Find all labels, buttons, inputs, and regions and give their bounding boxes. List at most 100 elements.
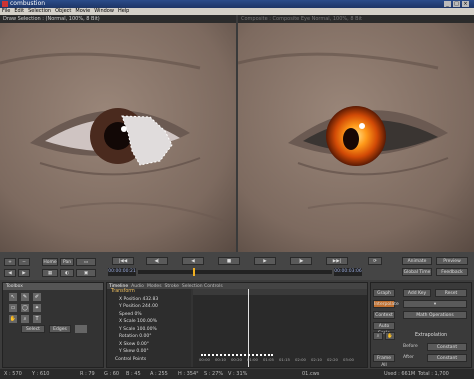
math-operations-button[interactable]: Math Operations [403, 311, 467, 319]
before-constant-select[interactable]: Constant [427, 343, 467, 351]
global-time-button[interactable]: Global Time [402, 268, 432, 276]
pan-button[interactable]: Pan [60, 258, 74, 266]
prop-y-scale[interactable]: Y Scale 100.00% [107, 326, 191, 334]
left-viewport[interactable] [0, 23, 236, 252]
menu-help[interactable]: Help [118, 8, 129, 14]
prop-y-skew[interactable]: Y Skew 0.00° [107, 348, 191, 356]
close-button[interactable]: × [462, 1, 469, 7]
fit-button[interactable]: ▭ [76, 258, 96, 266]
text-tool-icon[interactable]: T [33, 315, 41, 323]
mask-icon[interactable]: ◐ [60, 269, 74, 277]
menu-object[interactable]: Object [55, 8, 71, 14]
channel-icon[interactable]: ▣ [76, 269, 96, 277]
right-viewport[interactable] [238, 23, 474, 252]
status-v: V : 31% [228, 371, 248, 377]
before-label: Before [403, 344, 418, 349]
prop-x-position[interactable]: X Position 432.83 [107, 296, 191, 304]
menu-window[interactable]: Window [94, 8, 114, 14]
play-reverse-button[interactable]: ◀ [182, 257, 204, 265]
status-total-memory: Total : 1,700 [418, 371, 449, 377]
home-button[interactable]: Home [42, 258, 58, 266]
ruler-tick: 00:20 [231, 357, 242, 362]
menu-bar: File Edit Selection Object Movie Window Help [0, 8, 474, 15]
timeline-panel: Timeline Audio Modes Stroke Selection Contro… [106, 282, 368, 368]
left-viewport-header: Draw Selection : (Normal, 100%, 8 Bit) [0, 15, 236, 23]
feedback-button[interactable]: Feedback [436, 268, 468, 276]
add-key-button[interactable]: Add Key [403, 289, 431, 297]
rect-select-icon[interactable]: ▭ [9, 304, 17, 312]
graph-controls-panel: Graph Add Key Reset Interpolate ▾ Contex… [370, 282, 472, 368]
hand-tool-icon[interactable]: ✋ [9, 315, 17, 323]
status-y: Y : 610 [32, 371, 50, 377]
status-r: R : 79 [80, 371, 95, 377]
ruler-tick: 00:10 [215, 357, 226, 362]
status-g: G : 60 [104, 371, 120, 377]
prop-rotation[interactable]: Rotation 0.00° [107, 333, 191, 341]
auto-scale-button[interactable]: Auto Scale [373, 322, 395, 336]
wand-icon[interactable]: ✦ [33, 304, 41, 312]
ruler-tick: 02:00 [295, 357, 306, 362]
key-options-button[interactable]: ▾ [403, 300, 467, 308]
step-back-button[interactable]: ◀| [146, 257, 168, 265]
extrapolation-label: Extrapolation [415, 333, 448, 338]
window-title-bar: combustion _ □ × [0, 0, 474, 8]
pen-tool-icon[interactable]: ✎ [21, 293, 29, 301]
grid-icon[interactable]: ▦ [42, 269, 58, 277]
zoom-in-button[interactable]: + [4, 258, 16, 266]
prop-speed[interactable]: Speed 0% [107, 311, 191, 319]
context-button[interactable]: Context [373, 311, 395, 319]
animate-button[interactable]: Animate [402, 257, 432, 265]
ruler-tick: 01:15 [279, 357, 290, 362]
lower-panels: Toolbox ↖ ✎ ✐ ▭ ◯ ✦ ✋ ⌕ T Select Edges T… [0, 280, 474, 369]
edges-button[interactable]: Edges [49, 325, 71, 333]
loop-icon[interactable]: ⟳ [368, 257, 382, 265]
zoom-tool-icon[interactable]: ⌕ [21, 315, 29, 323]
pan-graph-icon[interactable]: ✋ [385, 332, 395, 340]
menu-edit[interactable]: Edit [14, 8, 24, 14]
prop-x-scale[interactable]: X Scale 100.00% [107, 318, 191, 326]
brush-tool-icon[interactable]: ✐ [33, 293, 41, 301]
options-icon[interactable] [75, 325, 87, 333]
step-forward-button[interactable]: |▶ [290, 257, 312, 265]
status-b: B : 45 [126, 371, 141, 377]
menu-selection[interactable]: Selection [28, 8, 51, 14]
ruler-tick: 01:00 [247, 357, 258, 362]
menu-file[interactable]: File [2, 8, 10, 14]
prop-y-position[interactable]: Y Position 244.00 [107, 303, 191, 311]
minimize-button[interactable]: _ [444, 1, 451, 7]
go-start-button[interactable]: |◀◀ [112, 257, 134, 265]
status-bar: X : 570 Y : 610 R : 79 G : 60 B : 45 A :… [0, 369, 474, 379]
status-used-memory: Used : 661M [384, 371, 416, 377]
zoom-graph-icon[interactable]: ⌕ [373, 332, 383, 340]
arrow-tool-icon[interactable]: ↖ [9, 293, 17, 301]
go-end-button[interactable]: ▶▶| [326, 257, 348, 265]
after-constant-select[interactable]: Constant [427, 354, 467, 362]
timeline-ruler: 00:00 00:10 00:20 01:00 01:05 01:15 02:0… [193, 355, 367, 367]
property-list: Transform X Position 432.83 Y Position 2… [107, 289, 191, 367]
preview-button[interactable]: Preview [436, 257, 468, 265]
app-icon [2, 1, 8, 7]
interpolate-button[interactable]: Interpolate [373, 300, 399, 308]
frame-all-button[interactable]: Frame All [373, 354, 395, 368]
status-h: H : 354° [178, 371, 199, 377]
prop-control-points[interactable]: Control Points [107, 356, 191, 364]
next-view-icon[interactable]: ▶ [18, 269, 30, 277]
keyframe-area[interactable]: 00:00 00:10 00:20 01:00 01:05 01:15 02:0… [193, 289, 367, 367]
ruler-tick: 01:05 [263, 357, 274, 362]
stop-button[interactable]: ■ [218, 257, 240, 265]
reset-button[interactable]: Reset [435, 289, 467, 297]
prop-x-skew[interactable]: X Skew 0.00° [107, 341, 191, 349]
time-slider[interactable] [138, 270, 332, 274]
maximize-button[interactable]: □ [453, 1, 460, 7]
zoom-out-button[interactable]: − [18, 258, 30, 266]
current-timecode[interactable]: 00:00:00:21 [108, 268, 136, 276]
end-timecode[interactable]: 00:00:03:06 [334, 268, 362, 276]
select-button[interactable]: Select [21, 325, 45, 333]
prev-view-icon[interactable]: ◀ [4, 269, 16, 277]
status-x: X : 570 [4, 371, 22, 377]
time-slider-handle[interactable] [193, 268, 195, 276]
graph-button[interactable]: Graph [373, 289, 395, 297]
menu-movie[interactable]: Movie [75, 8, 90, 14]
lasso-icon[interactable]: ◯ [21, 304, 29, 312]
play-button[interactable]: ▶ [254, 257, 276, 265]
